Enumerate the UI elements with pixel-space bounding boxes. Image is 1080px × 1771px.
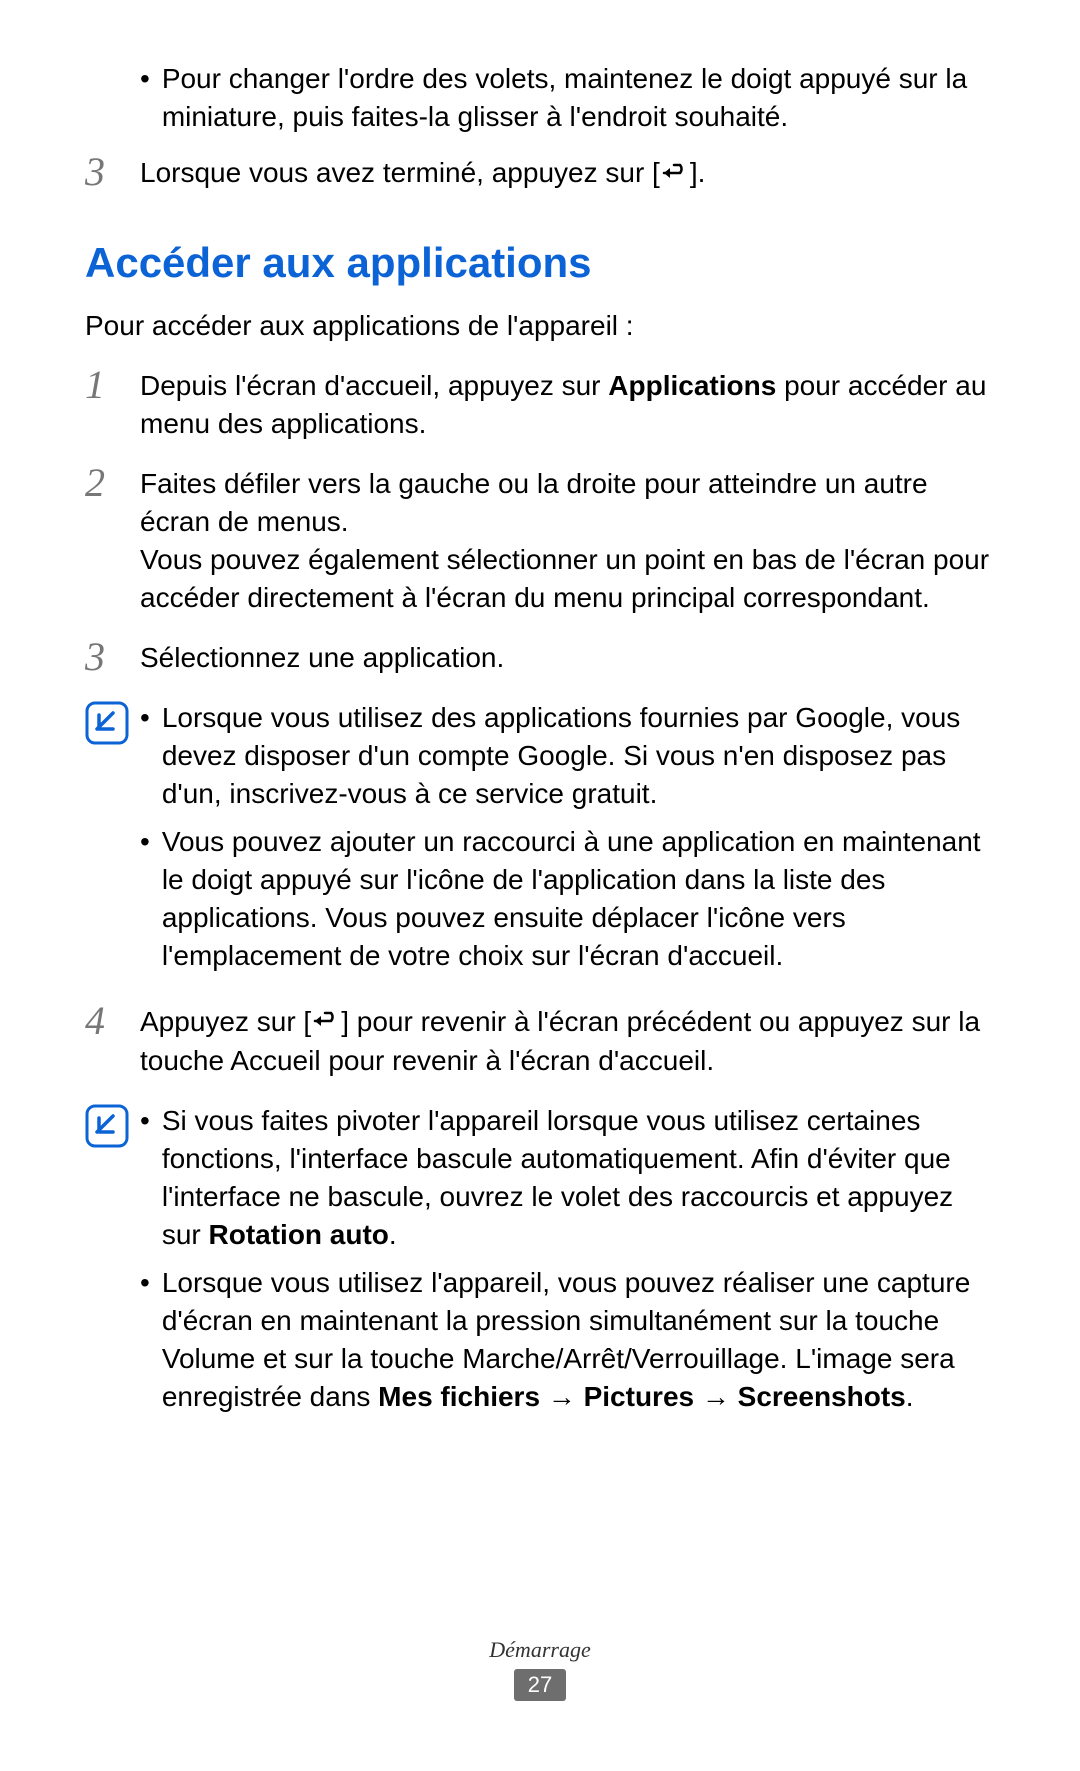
- arrow-icon: →: [540, 1381, 584, 1412]
- bullet-dot: •: [140, 699, 150, 813]
- step-content: Lorsque vous avez terminé, appuyez sur […: [140, 154, 995, 194]
- note-block: • Lorsque vous utilisez des applications…: [85, 699, 995, 985]
- step-number: 2: [85, 465, 140, 617]
- numbered-step: 1 Depuis l'écran d'accueil, appuyez sur …: [85, 367, 995, 443]
- step-text: Vous pouvez également sélectionner un po…: [140, 541, 995, 617]
- bullet-text: Vous pouvez ajouter un raccourci à une a…: [162, 823, 995, 975]
- bullet-item: • Vous pouvez ajouter un raccourci à une…: [140, 823, 995, 975]
- arrow-icon: →: [694, 1381, 738, 1412]
- step-text: ].: [690, 157, 706, 188]
- step-number: 3: [85, 639, 140, 677]
- bullet-dot: •: [140, 1102, 150, 1254]
- section-heading: Accéder aux applications: [85, 239, 995, 287]
- intro-text: Pour accéder aux applications de l'appar…: [85, 307, 995, 345]
- step-content: Faites défiler vers la gauche ou la droi…: [140, 465, 995, 617]
- step-text-bold: Applications: [608, 370, 776, 401]
- back-icon: [311, 1004, 341, 1042]
- bullet-item: • Lorsque vous utilisez l'appareil, vous…: [140, 1264, 995, 1416]
- note-icon: [85, 1102, 140, 1426]
- bullet-text-bold: Mes fichiers: [378, 1381, 540, 1412]
- step-text: Lorsque vous avez terminé, appuyez sur [: [140, 157, 660, 188]
- note-content: • Lorsque vous utilisez des applications…: [140, 699, 995, 985]
- numbered-step: 2 Faites défiler vers la gauche ou la dr…: [85, 465, 995, 617]
- footer-section-name: Démarrage: [0, 1637, 1080, 1663]
- bullet-text: Lorsque vous utilisez l'appareil, vous p…: [162, 1264, 995, 1416]
- step-number: 4: [85, 1003, 140, 1081]
- step-content: Depuis l'écran d'accueil, appuyez sur Ap…: [140, 367, 995, 443]
- note-content: • Si vous faites pivoter l'appareil lors…: [140, 1102, 995, 1426]
- page-footer: Démarrage 27: [0, 1637, 1080, 1701]
- step-number: 1: [85, 367, 140, 443]
- bullet-dot: •: [140, 823, 150, 975]
- bullet-dot: •: [140, 1264, 150, 1416]
- step-content: Appuyez sur [] pour revenir à l'écran pr…: [140, 1003, 995, 1081]
- numbered-step: 3 Lorsque vous avez terminé, appuyez sur…: [85, 154, 995, 194]
- bullet-item: • Si vous faites pivoter l'appareil lors…: [140, 1102, 995, 1254]
- note-block: • Si vous faites pivoter l'appareil lors…: [85, 1102, 995, 1426]
- numbered-step: 4 Appuyez sur [] pour revenir à l'écran …: [85, 1003, 995, 1081]
- step-text: Depuis l'écran d'accueil, appuyez sur: [140, 370, 608, 401]
- bullet-text-part: .: [389, 1219, 397, 1250]
- bullet-text-bold: Rotation auto: [209, 1219, 389, 1250]
- bullet-text-bold: Screenshots: [738, 1381, 906, 1412]
- step-number: 3: [85, 154, 140, 194]
- numbered-step: 3 Sélectionnez une application.: [85, 639, 995, 677]
- step-text: Appuyez sur [: [140, 1006, 311, 1037]
- bullet-item: • Lorsque vous utilisez des applications…: [140, 699, 995, 813]
- note-icon: [85, 699, 140, 985]
- bullet-dot: •: [140, 60, 150, 136]
- step-text: Faites défiler vers la gauche ou la droi…: [140, 465, 995, 541]
- page-number: 27: [514, 1669, 566, 1701]
- bullet-text: Pour changer l'ordre des volets, mainten…: [162, 60, 995, 136]
- step-content: Sélectionnez une application.: [140, 639, 995, 677]
- bullet-text-part: .: [906, 1381, 914, 1412]
- bullet-text-bold: Pictures: [584, 1381, 695, 1412]
- bullet-item: • Pour changer l'ordre des volets, maint…: [140, 60, 995, 136]
- bullet-text: Si vous faites pivoter l'appareil lorsqu…: [162, 1102, 995, 1254]
- bullet-text: Lorsque vous utilisez des applications f…: [162, 699, 995, 813]
- back-icon: [660, 156, 690, 194]
